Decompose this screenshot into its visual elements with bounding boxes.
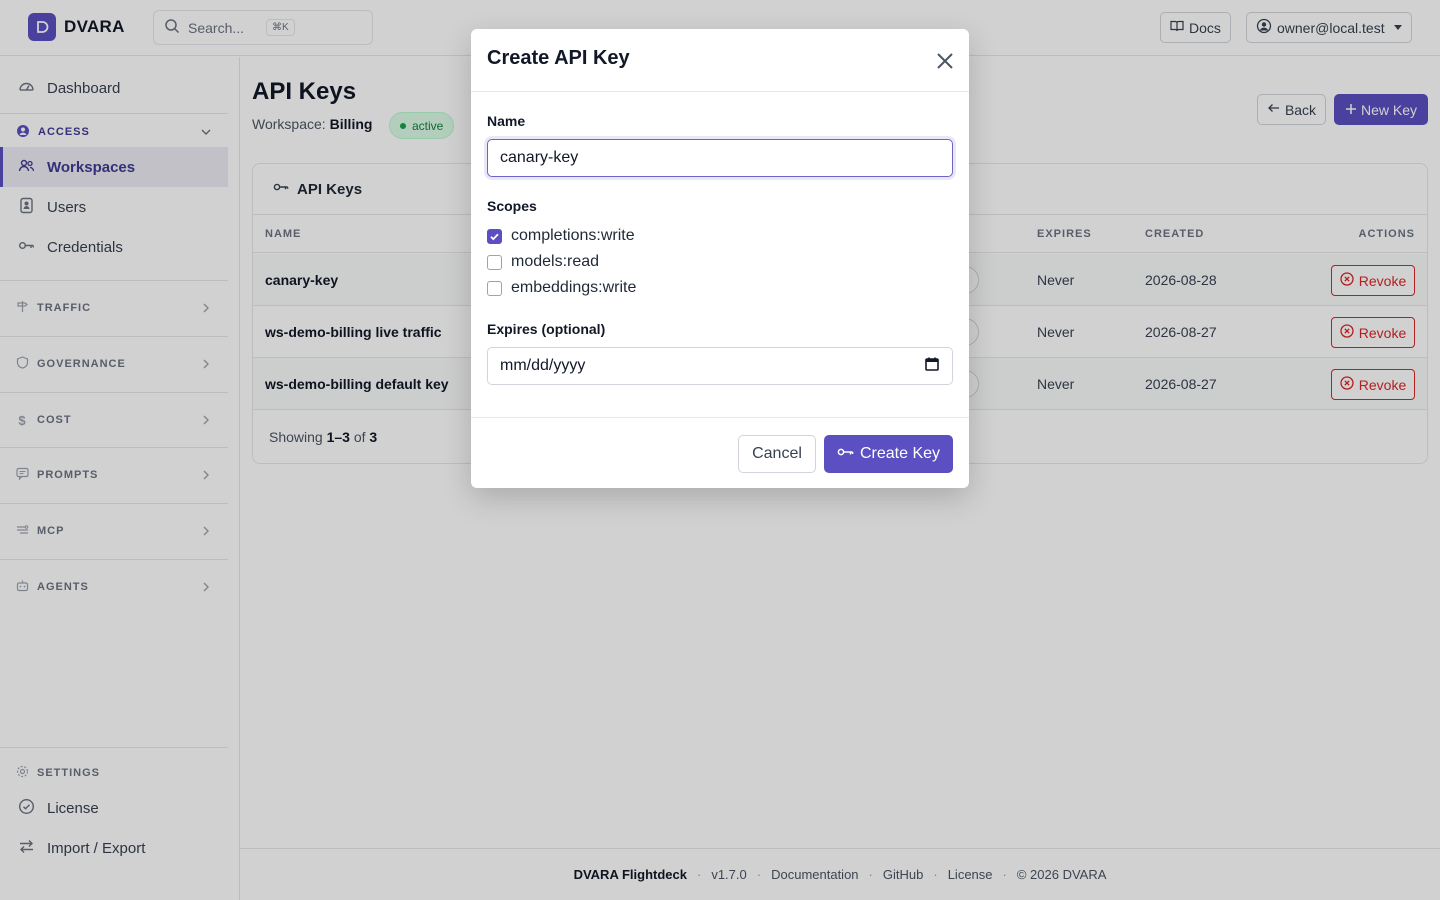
cancel-label: Cancel [752, 445, 802, 462]
checkbox-checked[interactable] [487, 228, 502, 244]
key-name-input[interactable] [487, 139, 953, 177]
key-icon [837, 445, 854, 463]
dialog-footer: Cancel Create Key [471, 417, 969, 488]
expires-label: Expires (optional) [487, 321, 606, 337]
expires-date-input[interactable]: mm/dd/yyyy [487, 347, 953, 385]
calendar-icon[interactable] [924, 356, 940, 377]
checkbox[interactable] [487, 254, 502, 270]
date-placeholder: mm/dd/yyyy [500, 357, 586, 374]
scope-option-models-read[interactable]: models:read [487, 252, 599, 272]
create-api-key-dialog: Create API Key Name Scopes completions:w… [471, 29, 969, 488]
create-key-button[interactable]: Create Key [824, 435, 953, 473]
name-label: Name [487, 113, 526, 129]
dialog-title: Create API Key [487, 47, 630, 69]
create-key-label: Create Key [859, 445, 941, 462]
scope-label: completions:write [511, 227, 635, 244]
scopes-label: Scopes [487, 198, 537, 214]
scope-option-embeddings-write[interactable]: embeddings:write [487, 278, 636, 298]
cancel-button[interactable]: Cancel [738, 435, 816, 473]
close-icon[interactable] [933, 49, 957, 73]
checkbox[interactable] [487, 280, 502, 296]
scope-label: models:read [511, 253, 600, 270]
scope-option-completions-write[interactable]: completions:write [487, 226, 635, 246]
scope-label: embeddings:write [511, 279, 637, 296]
dialog-header: Create API Key [471, 29, 969, 92]
